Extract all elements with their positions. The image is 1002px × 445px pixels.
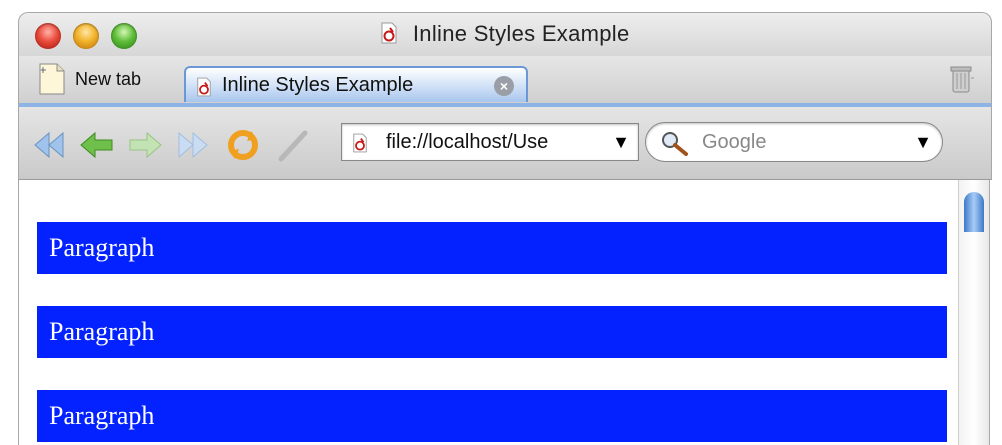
paragraph: Paragraph [37,306,947,358]
page-favicon-icon [380,22,398,50]
forward-icon[interactable] [127,127,163,163]
vertical-scrollbar[interactable] [958,180,990,445]
address-text: file://localhost/Use [386,131,549,153]
paragraph: Paragraph [37,390,947,442]
address-dropdown-icon[interactable]: ▼ [612,132,630,153]
close-tab-icon[interactable]: × [494,76,514,96]
paragraph: Paragraph [37,222,947,274]
trash-icon[interactable] [949,64,975,94]
tab-favicon-icon [196,77,212,102]
new-tab-button[interactable]: New tab [39,62,141,96]
search-icon [662,132,688,156]
address-bar[interactable]: file://localhost/Use ▼ [341,123,639,161]
page-content: Paragraph Paragraph Paragraph [18,180,959,445]
search-dropdown-icon[interactable]: ▼ [914,132,932,153]
back-icon[interactable] [79,127,115,163]
new-document-icon [39,63,65,95]
tab-bar: New tab Inline Styles Example × [18,56,992,104]
window-title: Inline Styles Example [19,21,991,50]
navigation-toolbar: file://localhost/Use ▼ Google ▼ [18,107,992,180]
browser-window: Inline Styles Example New tab Inline Sty… [0,0,1002,445]
search-field[interactable]: Google ▼ [645,122,943,162]
reload-icon[interactable] [225,127,261,163]
tab-inline-styles-example[interactable]: Inline Styles Example × [184,66,528,102]
title-bar[interactable]: Inline Styles Example [18,12,992,57]
tab-label: Inline Styles Example [222,74,414,96]
new-tab-label: New tab [75,68,142,89]
address-favicon-icon [352,133,368,158]
back-to-start-icon[interactable] [31,127,67,163]
search-placeholder: Google [702,131,767,153]
stop-icon[interactable] [275,127,311,163]
scrollbar-thumb[interactable] [964,192,984,232]
forward-to-end-icon[interactable] [175,127,211,163]
window-title-text: Inline Styles Example [412,21,630,46]
